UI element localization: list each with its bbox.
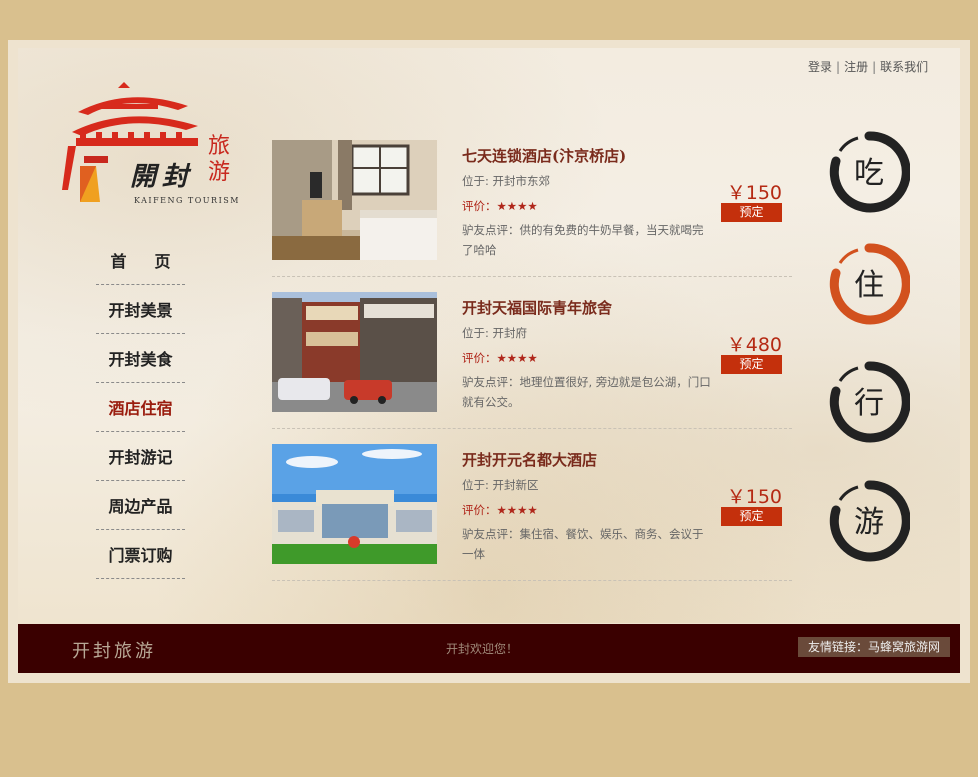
rating-stars: ★★★★ (496, 351, 538, 365)
hotel-photo-street[interactable] (272, 292, 437, 412)
footer-title: 开封旅游 (72, 641, 156, 662)
hotel-review: 驴友点评：集住宿、餐饮、娱乐、商务、会议于一体 (462, 527, 704, 561)
hotel-list: 七天连锁酒店(汴京桥店) 位于: 开封市东郊 评价：★★★★ 驴友点评：供的有免… (272, 140, 792, 596)
hotel-price: ￥150 (726, 486, 782, 508)
travel-icon[interactable]: 行 (828, 361, 910, 443)
login-link[interactable]: 登录 (808, 60, 832, 74)
stay-icon-label: 住 (854, 268, 884, 303)
hotel-review: 驴友点评：供的有免费的牛奶早餐，当天就喝完了哈哈 (462, 223, 704, 257)
hotel-review: 驴友点评：地理位置很好, 旁边就是包公湖，门口就有公交。 (462, 375, 711, 409)
book-button[interactable]: 预定 (721, 355, 782, 374)
stay-icon[interactable]: 住 (828, 243, 910, 325)
hotel-photo-room[interactable] (272, 140, 437, 260)
hotel-location: 位于: 开封市东郊 (462, 174, 551, 188)
tour-icon[interactable]: 游 (828, 480, 910, 562)
nav-item-products[interactable]: 周边产品 (96, 481, 185, 530)
rating-stars: ★★★★ (496, 199, 538, 213)
nav-item-hotels[interactable]: 酒店住宿 (96, 383, 185, 432)
nav-label: 首页 (110, 252, 199, 271)
footer: 开封旅游 开封欢迎您！ 友情链接：马蜂窝旅游网 (18, 624, 960, 673)
hotel-rating: 评价：★★★★ (462, 502, 538, 518)
book-button[interactable]: 预定 (721, 507, 782, 526)
top-links: 登录 | 注册 | 联系我们 (808, 60, 929, 74)
hotel-name[interactable]: 七天连锁酒店(汴京桥店) (462, 145, 626, 166)
logo-seal-line2: 游 (207, 160, 230, 185)
rating-label: 评价： (462, 199, 497, 213)
hotel-rating: 评价：★★★★ (462, 350, 538, 366)
hotel-price: ￥480 (726, 334, 782, 356)
hotel-card: 开封开元名都大酒店 位于: 开封新区 评价：★★★★ 驴友点评：集住宿、餐饮、娱… (272, 444, 792, 581)
nav-item-home[interactable]: 首页 (96, 236, 185, 285)
travel-icon-label: 行 (854, 386, 884, 421)
main-nav: 首页 开封美景 开封美食 酒店住宿 开封游记 周边产品 门票订购 (96, 236, 185, 579)
hotel-photo-building[interactable] (272, 444, 437, 564)
hotel-rating: 评价：★★★★ (462, 198, 538, 214)
nav-item-food[interactable]: 开封美食 (96, 334, 185, 383)
tour-icon-label: 游 (854, 505, 884, 540)
hotel-name[interactable]: 开封天福国际青年旅舍 (462, 297, 612, 318)
hotel-location: 位于: 开封府 (462, 326, 528, 340)
logo-title: 開封 (130, 162, 195, 192)
register-link[interactable]: 注册 (844, 60, 868, 74)
hotel-card: 七天连锁酒店(汴京桥店) 位于: 开封市东郊 评价：★★★★ 驴友点评：供的有免… (272, 140, 792, 277)
rating-stars: ★★★★ (496, 503, 538, 517)
eat-icon[interactable]: 吃 (828, 131, 910, 213)
book-button[interactable]: 预定 (721, 203, 782, 222)
rating-label: 评价： (462, 503, 497, 517)
nav-item-tickets[interactable]: 门票订购 (96, 530, 185, 579)
hotel-name[interactable]: 开封开元名都大酒店 (462, 449, 597, 470)
logo-seal-line1: 旅 (207, 134, 230, 159)
logo-seal: 旅 游 (200, 134, 238, 192)
eat-icon-label: 吃 (854, 156, 884, 191)
footer-welcome: 开封欢迎您！ (446, 642, 519, 656)
logo-subtitle: KAIFENG TOURISM (134, 196, 240, 205)
friend-link[interactable]: 友情链接：马蜂窝旅游网 (798, 637, 950, 657)
rating-label: 评价： (462, 351, 497, 365)
contact-link[interactable]: 联系我们 (880, 60, 928, 74)
nav-item-travelogue[interactable]: 开封游记 (96, 432, 185, 481)
hotel-location: 位于: 开封新区 (462, 478, 539, 492)
hotel-card: 开封天福国际青年旅舍 位于: 开封府 评价：★★★★ 驴友点评：地理位置很好, … (272, 292, 792, 429)
hotel-price: ￥150 (726, 182, 782, 204)
nav-item-scenery[interactable]: 开封美景 (96, 285, 185, 334)
